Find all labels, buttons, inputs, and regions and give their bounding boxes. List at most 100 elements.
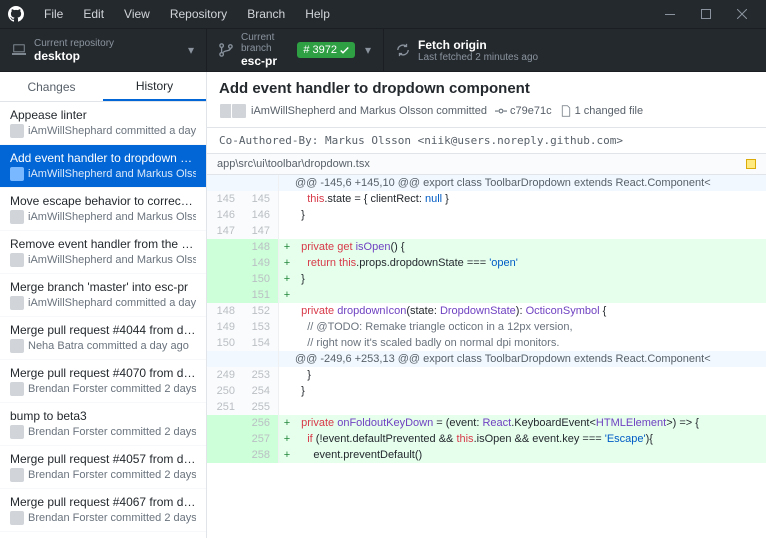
commit-item-title: Remove event handler from the branches…: [10, 237, 196, 251]
fetch-button[interactable]: Fetch originLast fetched 2 minutes ago: [384, 29, 766, 71]
avatar: [10, 210, 24, 224]
commit-item-meta: iAmWillShepherd and Markus Olsson co…: [10, 167, 196, 181]
author-avatars: [219, 103, 243, 119]
commit-item-title: Merge pull request #4067 from desktop/…: [10, 495, 196, 509]
diff-line: 149153 // @TODO: Remake triangle octicon…: [207, 319, 766, 335]
diff-icon: [560, 105, 572, 117]
commit-item-title: bump to beta3: [10, 409, 196, 423]
files-changed[interactable]: 1 changed file: [560, 105, 644, 117]
sidebar-tabs: Changes History: [0, 72, 206, 102]
chevron-down-icon: ▾: [365, 43, 371, 57]
commit-item-title: Add event handler to dropdown compon…: [10, 151, 196, 165]
commit-item[interactable]: Merge pull request #4057 from desktop/… B…: [0, 446, 206, 489]
commit-item[interactable]: Remove event handler from the branches… i…: [0, 231, 206, 274]
commit-item-title: Merge pull request #4044 from desktop/…: [10, 323, 196, 337]
commit-item[interactable]: Merge pull request #4070 from desktop/… B…: [0, 360, 206, 403]
diff-line: @@ -145,6 +145,10 @@ export class Toolba…: [207, 175, 766, 191]
diff-line: 147147: [207, 223, 766, 239]
pr-badge: 3972: [297, 42, 355, 58]
avatar: [10, 167, 24, 181]
menu-help[interactable]: Help: [297, 5, 338, 23]
commit-item-meta: Brendan Forster committed 2 days ago: [10, 382, 196, 396]
avatar: [10, 253, 24, 267]
avatar: [10, 511, 24, 525]
commit-item-meta: Brendan Forster committed 2 days ago: [10, 425, 196, 439]
commit-detail: Add event handler to dropdown component …: [207, 72, 766, 538]
commit-item-meta: iAmWillShepherd and Markus Olsson co…: [10, 253, 196, 267]
commit-item[interactable]: bump to beta3 Brendan Forster committed 2…: [0, 403, 206, 446]
commit-item-meta: Neha Batra committed a day ago: [10, 339, 196, 353]
commit-item-meta: iAmWillShephard committed a day ago: [10, 296, 196, 310]
modified-indicator: [746, 159, 756, 169]
commit-sha[interactable]: c79e71c: [495, 105, 552, 117]
avatar: [10, 382, 24, 396]
github-icon: [8, 6, 24, 22]
diff-line: 250254 }: [207, 383, 766, 399]
diff-line: 149+ return this.props.dropdownState ===…: [207, 255, 766, 271]
commit-item[interactable]: Release to 1.1.0-beta2Brendan Forster co…: [0, 532, 206, 538]
commit-item-title: Merge pull request #4070 from desktop/…: [10, 366, 196, 380]
diff-line: 251255: [207, 399, 766, 415]
commit-item[interactable]: Appease linter iAmWillShephard committed …: [0, 102, 206, 145]
commit-header: Add event handler to dropdown component …: [207, 72, 766, 128]
file-path: app\src\ui\toolbar\dropdown.tsx: [217, 158, 370, 170]
menu-repository[interactable]: Repository: [162, 5, 235, 23]
commit-item-meta: iAmWillShephard committed a day ago: [10, 124, 196, 138]
commit-icon: [495, 105, 507, 117]
commit-item[interactable]: Move escape behavior to correct compo… iA…: [0, 188, 206, 231]
diff-line: @@ -249,6 +253,13 @@ export class Toolba…: [207, 351, 766, 367]
tab-history[interactable]: History: [103, 72, 206, 101]
file-header[interactable]: app\src\ui\toolbar\dropdown.tsx: [207, 154, 766, 175]
commit-item-title: Appease linter: [10, 108, 196, 122]
diff-view[interactable]: @@ -145,6 +145,10 @@ export class Toolba…: [207, 175, 766, 538]
close-button[interactable]: [726, 4, 758, 24]
diff-line: 257+ if (!event.defaultPrevented && this…: [207, 431, 766, 447]
computer-icon: [12, 43, 26, 57]
diff-line: 148+ private get isOpen() {: [207, 239, 766, 255]
commit-authors: iAmWillShepherd and Markus Olsson commit…: [251, 105, 487, 117]
commit-item[interactable]: Add event handler to dropdown compon… iAm…: [0, 145, 206, 188]
commit-item-meta: Brendan Forster committed 2 days ago: [10, 468, 196, 482]
commit-item-title: Move escape behavior to correct compo…: [10, 194, 196, 208]
menu-file[interactable]: File: [36, 5, 71, 23]
diff-line: 145145 this.state = { clientRect: null }: [207, 191, 766, 207]
diff-line: 249253 }: [207, 367, 766, 383]
commit-item-meta: Brendan Forster committed 2 days ago: [10, 511, 196, 525]
commit-item-meta: iAmWillShepherd and Markus Olsson co…: [10, 210, 196, 224]
avatar: [10, 124, 24, 138]
sync-icon: [396, 43, 410, 57]
diff-line: 258+ event.preventDefault(): [207, 447, 766, 463]
app-menu: FileEditViewRepositoryBranchHelp: [36, 5, 338, 23]
diff-line: 151+: [207, 287, 766, 303]
avatar: [10, 468, 24, 482]
commit-item[interactable]: Merge pull request #4044 from desktop/… N…: [0, 317, 206, 360]
diff-line: 150154 // right now it's scaled badly on…: [207, 335, 766, 351]
repo-selector[interactable]: Current repositorydesktop ▾: [0, 29, 207, 71]
menu-view[interactable]: View: [116, 5, 158, 23]
menu-edit[interactable]: Edit: [75, 5, 112, 23]
minimize-button[interactable]: [654, 4, 686, 24]
commit-item-title: Merge branch 'master' into esc-pr: [10, 280, 196, 294]
avatar: [10, 425, 24, 439]
branch-selector[interactable]: Current branchesc-pr 3972 ▾: [207, 29, 384, 71]
chevron-down-icon: ▾: [188, 43, 194, 57]
diff-line: 150+ }: [207, 271, 766, 287]
diff-line: 256+ private onFoldoutKeyDown = (event: …: [207, 415, 766, 431]
commit-list[interactable]: Appease linter iAmWillShephard committed …: [0, 102, 206, 538]
avatar: [10, 296, 24, 310]
maximize-button[interactable]: [690, 4, 722, 24]
diff-line: 148152 private dropdownIcon(state: Dropd…: [207, 303, 766, 319]
topbar: Current repositorydesktop ▾ Current bran…: [0, 28, 766, 72]
sidebar: Changes History Appease linter iAmWillShe…: [0, 72, 207, 538]
tab-changes[interactable]: Changes: [0, 72, 103, 101]
git-branch-icon: [219, 43, 233, 57]
menu-branch[interactable]: Branch: [239, 5, 293, 23]
avatar: [10, 339, 24, 353]
commit-title: Add event handler to dropdown component: [219, 80, 754, 97]
coauthor-line: Co-Authored-By: Markus Olsson <niik@user…: [207, 128, 766, 154]
commit-item[interactable]: Merge pull request #4067 from desktop/… B…: [0, 489, 206, 532]
diff-line: 146146 }: [207, 207, 766, 223]
commit-item[interactable]: Merge branch 'master' into esc-pr iAmWill…: [0, 274, 206, 317]
commit-item-title: Merge pull request #4057 from desktop/…: [10, 452, 196, 466]
titlebar: FileEditViewRepositoryBranchHelp: [0, 0, 766, 28]
